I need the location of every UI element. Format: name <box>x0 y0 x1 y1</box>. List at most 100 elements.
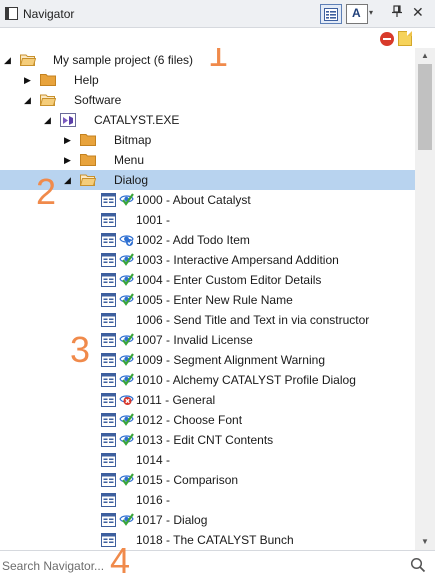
note-icon[interactable] <box>398 31 412 46</box>
font-dropdown-icon[interactable]: ▾ <box>369 8 379 28</box>
dialog-item-label: 1005 - Enter New Rule Name <box>136 293 293 307</box>
dialog-resource-icon <box>101 393 116 407</box>
dialog-item-label: 1018 - The CATALYST Bunch <box>136 533 294 547</box>
dialog-item-label: 1007 - Invalid License <box>136 333 253 347</box>
expand-icon[interactable]: ▶ <box>64 154 74 166</box>
search-icon[interactable] <box>410 557 426 573</box>
dialog-list-item[interactable]: 1004 - Enter Custom Editor Details <box>0 270 415 290</box>
dialog-list-item[interactable]: 1005 - Enter New Rule Name <box>0 290 415 310</box>
dialog-item-label: 1001 - <box>136 213 171 227</box>
dialog-resource-icon <box>101 473 116 487</box>
tree-node-dialog[interactable]: ◢ Dialog <box>0 170 415 190</box>
status-translated-icon <box>119 412 134 427</box>
dialog-item-label: 1014 - <box>136 453 171 467</box>
executable-icon <box>60 112 76 128</box>
close-icon[interactable]: ✕ <box>412 4 426 24</box>
dialog-item-label: 1017 - Dialog <box>136 513 208 527</box>
dialog-item-label: 1006 - Send Title and Text in via constr… <box>136 313 370 327</box>
help-label: Help <box>74 73 99 87</box>
dialog-list-item[interactable]: 1015 - Comparison <box>0 470 415 490</box>
dialog-item-label: 1000 - About Catalyst <box>136 193 251 207</box>
dialog-item-label: 1010 - Alchemy CATALYST Profile Dialog <box>136 373 356 387</box>
dialog-item-label: 1002 - Add Todo Item <box>136 233 250 247</box>
software-label: Software <box>74 93 122 107</box>
window-title: Navigator <box>23 7 75 21</box>
dialog-list-item[interactable]: 1003 - Interactive Ampersand Addition <box>0 250 415 270</box>
folder-icon <box>40 73 56 86</box>
dialog-item-label: 1013 - Edit CNT Contents <box>136 433 274 447</box>
dialog-resource-icon <box>101 353 116 367</box>
font-button[interactable]: A <box>346 4 368 24</box>
navigator-toolbar <box>0 28 435 48</box>
scroll-down-icon[interactable]: ▼ <box>415 534 435 550</box>
status-translated-icon <box>119 192 134 207</box>
dialog-resource-icon <box>101 253 116 267</box>
status-for-review-icon <box>119 232 134 247</box>
dialog-list-item[interactable]: 1001 - <box>0 210 415 230</box>
dialog-resource-icon <box>101 453 116 467</box>
status-rejected-icon <box>119 392 134 407</box>
collapse-icon[interactable]: ◢ <box>64 174 74 186</box>
dialog-resource-icon <box>101 233 116 247</box>
dialog-list-item[interactable]: 1014 - <box>0 450 415 470</box>
status-translated-icon <box>119 372 134 387</box>
dialog-item-label: 1016 - <box>136 493 171 507</box>
search-bar: 4 <box>0 543 435 583</box>
scroll-up-icon[interactable]: ▲ <box>415 48 435 64</box>
status-translated-icon <box>119 512 134 527</box>
vertical-scrollbar[interactable]: ▲ ▼ <box>415 48 435 550</box>
list-view-icon[interactable] <box>320 4 342 24</box>
expand-icon[interactable]: ▶ <box>24 74 34 86</box>
dialog-resource-icon <box>101 293 116 307</box>
tree-node-catalyst-exe[interactable]: ◢ CATALYST.EXE <box>0 110 415 130</box>
navigator-titlebar: Navigator A ▾ ✕ <box>0 0 435 28</box>
dialog-resource-icon <box>101 313 116 327</box>
expand-icon[interactable]: ▶ <box>64 134 74 146</box>
dialog-resource-icon <box>101 513 116 527</box>
scrollbar-thumb[interactable] <box>418 64 432 150</box>
status-translated-icon <box>119 332 134 347</box>
collapse-icon[interactable]: ◢ <box>44 114 54 126</box>
status-translated-icon <box>119 252 134 267</box>
dialog-list-item[interactable]: 1006 - Send Title and Text in via constr… <box>0 310 415 330</box>
status-translated-icon <box>119 432 134 447</box>
bitmap-label: Bitmap <box>114 133 152 147</box>
navigator-tree: ◢ My sample project (6 files) ▶ Help ◢ S… <box>0 48 415 550</box>
folder-open-icon <box>20 53 36 66</box>
collapse-icon[interactable]: ◢ <box>24 94 34 106</box>
status-translated-icon <box>119 352 134 367</box>
dialog-resource-icon <box>101 373 116 387</box>
dialog-list-item[interactable]: 1000 - About Catalyst <box>0 190 415 210</box>
tree-node-software[interactable]: ◢ Software <box>0 90 415 110</box>
dialog-list-item[interactable]: 1010 - Alchemy CATALYST Profile Dialog <box>0 370 415 390</box>
dialog-list-item[interactable]: 1009 - Segment Alignment Warning <box>0 350 415 370</box>
pin-icon[interactable] <box>391 5 405 25</box>
callout-3: 3 <box>70 329 91 370</box>
callout-1: 1 <box>208 48 229 74</box>
dialog-list-item[interactable]: 1007 - Invalid License <box>0 330 415 350</box>
callout-4: 4 <box>110 540 131 581</box>
project-label: My sample project (6 files) <box>53 53 194 67</box>
status-translated-icon <box>119 272 134 287</box>
dialog-resource-icon <box>101 433 116 447</box>
dialog-list-item[interactable]: 1018 - The CATALYST Bunch <box>0 530 415 550</box>
collapse-icon[interactable]: ◢ <box>4 54 14 66</box>
dialog-list-item[interactable]: 1016 - <box>0 490 415 510</box>
dialog-list-item[interactable]: 1011 - General <box>0 390 415 410</box>
dialog-resource-icon <box>101 193 116 207</box>
dialog-resource-icon <box>101 413 116 427</box>
dialog-item-label: 1011 - General <box>136 393 216 407</box>
dialog-list-item[interactable]: 1013 - Edit CNT Contents <box>0 430 415 450</box>
status-translated-icon <box>119 292 134 307</box>
no-entry-icon[interactable] <box>380 32 394 46</box>
dialog-item-label: 1009 - Segment Alignment Warning <box>136 353 325 367</box>
tree-node-bitmap[interactable]: ▶ Bitmap <box>0 130 415 150</box>
dialog-list-item[interactable]: 1012 - Choose Font <box>0 410 415 430</box>
exe-label: CATALYST.EXE <box>94 113 180 127</box>
search-input[interactable] <box>2 555 402 577</box>
dialog-list-item[interactable]: 1002 - Add Todo Item <box>0 230 415 250</box>
dialog-resource-icon <box>101 213 116 227</box>
folder-icon <box>80 153 96 166</box>
tree-node-menu[interactable]: ▶ Menu <box>0 150 415 170</box>
dialog-list-item[interactable]: 1017 - Dialog <box>0 510 415 530</box>
